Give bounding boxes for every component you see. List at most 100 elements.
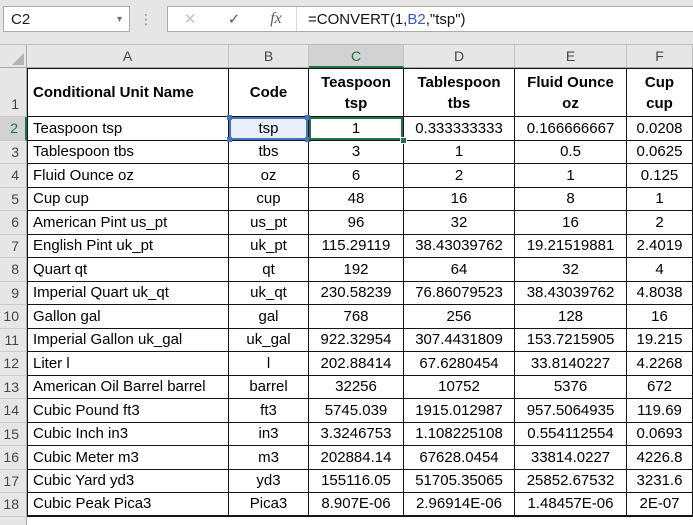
cell-C13[interactable]: 32256 (309, 375, 404, 399)
cell-B14[interactable]: ft3 (229, 399, 309, 423)
formula-bar-drag-handle-icon[interactable]: ⋮ (139, 6, 153, 32)
row-header-5[interactable]: 5 (0, 187, 27, 211)
cell-E7[interactable]: 19.21519881 (515, 234, 627, 258)
cell-F5[interactable]: 1 (627, 187, 693, 211)
cell-C16[interactable]: 202884.14 (309, 446, 404, 470)
cell-A12[interactable]: Liter l (27, 352, 229, 376)
cell-D8[interactable]: 64 (404, 258, 515, 282)
cell-F18[interactable]: 2E-07 (627, 493, 693, 517)
cell-F10[interactable]: 16 (627, 305, 693, 329)
cell-C17[interactable]: 155116.05 (309, 469, 404, 493)
column-header-C[interactable]: C (309, 45, 404, 68)
cell-B15[interactable]: in3 (229, 422, 309, 446)
cell-A4[interactable]: Fluid Ounce oz (27, 164, 229, 188)
cell-F12[interactable]: 4.2268 (627, 352, 693, 376)
cell-B13[interactable]: barrel (229, 375, 309, 399)
row-header-12[interactable]: 12 (0, 352, 27, 376)
cell-E18[interactable]: 1.48457E-06 (515, 493, 627, 517)
cell-A14[interactable]: Cubic Pound ft3 (27, 399, 229, 423)
row-header-14[interactable]: 14 (0, 399, 27, 423)
row-header-13[interactable]: 13 (0, 375, 27, 399)
cell-F1[interactable]: Cup cup (627, 68, 693, 117)
fill-handle[interactable] (400, 136, 407, 144)
cell-E11[interactable]: 153.7215905 (515, 328, 627, 352)
cell-E2[interactable]: 0.166666667 (515, 117, 627, 141)
row-header-8[interactable]: 8 (0, 258, 27, 282)
cell-B5[interactable]: cup (229, 187, 309, 211)
cell-D7[interactable]: 38.43039762 (404, 234, 515, 258)
cell-F14[interactable]: 119.69 (627, 399, 693, 423)
cell-B3[interactable]: tbs (229, 140, 309, 164)
cell-E16[interactable]: 33814.0227 (515, 446, 627, 470)
select-all-corner[interactable] (0, 45, 27, 68)
cell-A1[interactable]: Conditional Unit Name (27, 68, 229, 117)
cell-D11[interactable]: 307.4431809 (404, 328, 515, 352)
cell-A8[interactable]: Quart qt (27, 258, 229, 282)
cell-A3[interactable]: Tablespoon tbs (27, 140, 229, 164)
cell-D4[interactable]: 2 (404, 164, 515, 188)
cell-C12[interactable]: 202.88414 (309, 352, 404, 376)
cell-E8[interactable]: 32 (515, 258, 627, 282)
cell-C9[interactable]: 230.58239 (309, 281, 404, 305)
cell-A13[interactable]: American Oil Barrel barrel (27, 375, 229, 399)
cell-C3[interactable]: 3 (309, 140, 404, 164)
row-header-10[interactable]: 10 (0, 305, 27, 329)
cell-B7[interactable]: uk_pt (229, 234, 309, 258)
cell-A2[interactable]: Teaspoon tsp (27, 117, 229, 141)
cell-D17[interactable]: 51705.35065 (404, 469, 515, 493)
name-box[interactable]: C2 ▾ (3, 6, 130, 32)
reference-handle-bl[interactable] (227, 136, 232, 142)
cell-D5[interactable]: 16 (404, 187, 515, 211)
row-header-9[interactable]: 9 (0, 281, 27, 305)
cell-E15[interactable]: 0.554112554 (515, 422, 627, 446)
name-box-dropdown-icon[interactable]: ▾ (117, 14, 122, 25)
cell-C7[interactable]: 115.29119 (309, 234, 404, 258)
cell-D14[interactable]: 1915.012987 (404, 399, 515, 423)
cell-F4[interactable]: 0.125 (627, 164, 693, 188)
cell-B18[interactable]: Pica3 (229, 493, 309, 517)
insert-function-icon[interactable]: fx (256, 10, 296, 28)
cell-B16[interactable]: m3 (229, 446, 309, 470)
reference-handle-tl[interactable] (227, 115, 232, 120)
column-header-D[interactable]: D (404, 45, 515, 68)
cell-E5[interactable]: 8 (515, 187, 627, 211)
cell-C15[interactable]: 3.3246753 (309, 422, 404, 446)
cell-A5[interactable]: Cup cup (27, 187, 229, 211)
cell-D18[interactable]: 2.96914E-06 (404, 493, 515, 517)
cell-D3[interactable]: 1 (404, 140, 515, 164)
cell-C4[interactable]: 6 (309, 164, 404, 188)
cell-E12[interactable]: 33.8140227 (515, 352, 627, 376)
cell-F7[interactable]: 2.4019 (627, 234, 693, 258)
cell-C2[interactable]: 1 (309, 117, 407, 144)
cell-C11[interactable]: 922.32954 (309, 328, 404, 352)
row-header-3[interactable]: 3 (0, 140, 27, 164)
cell-F8[interactable]: 4 (627, 258, 693, 282)
cell-E17[interactable]: 25852.67532 (515, 469, 627, 493)
cell-B2[interactable]: tsp (227, 115, 310, 142)
cell-E10[interactable]: 128 (515, 305, 627, 329)
cell-A10[interactable]: Gallon gal (27, 305, 229, 329)
row-header-18[interactable]: 18 (0, 493, 27, 517)
cell-D2[interactable]: 0.333333333 (404, 117, 515, 141)
cell-E6[interactable]: 16 (515, 211, 627, 235)
cell-C8[interactable]: 192 (309, 258, 404, 282)
row-header-1[interactable]: 1 (0, 68, 27, 117)
cell-B11[interactable]: uk_gal (229, 328, 309, 352)
cell-E4[interactable]: 1 (515, 164, 627, 188)
cell-D12[interactable]: 67.6280454 (404, 352, 515, 376)
cell-E9[interactable]: 38.43039762 (515, 281, 627, 305)
row-header-7[interactable]: 7 (0, 234, 27, 258)
cell-D16[interactable]: 67628.0454 (404, 446, 515, 470)
row-header-4[interactable]: 4 (0, 164, 27, 188)
row-header-6[interactable]: 6 (0, 211, 27, 235)
cell-B4[interactable]: oz (229, 164, 309, 188)
cell-D13[interactable]: 10752 (404, 375, 515, 399)
cell-A6[interactable]: American Pint us_pt (27, 211, 229, 235)
cell-A7[interactable]: English Pint uk_pt (27, 234, 229, 258)
cancel-icon[interactable]: ✕ (168, 10, 212, 28)
cell-A9[interactable]: Imperial Quart uk_qt (27, 281, 229, 305)
cell-F2[interactable]: 0.0208 (627, 117, 693, 141)
cell-B8[interactable]: qt (229, 258, 309, 282)
row-header-2[interactable]: 2 (0, 117, 27, 141)
formula-input[interactable]: =CONVERT(1,B2,"tsp") (308, 11, 466, 28)
